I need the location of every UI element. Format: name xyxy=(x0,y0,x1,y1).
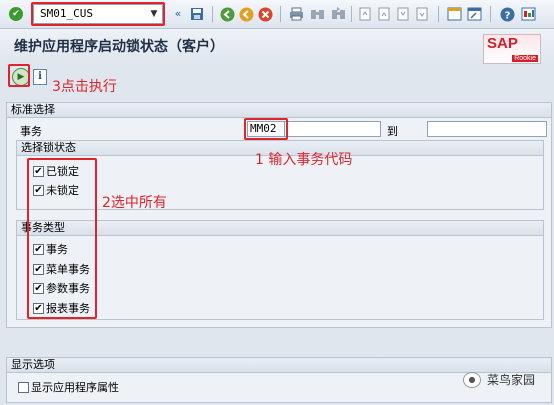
sap-logo: SAP Rookie xyxy=(483,34,541,64)
next-page-icon[interactable] xyxy=(395,6,411,22)
watermark: ● 菜鸟家园 xyxy=(463,371,535,388)
find-next-icon[interactable] xyxy=(330,6,346,22)
back-icon[interactable] xyxy=(219,6,235,22)
checkbox-show-app-attr[interactable]: 显示应用程序属性 xyxy=(18,380,119,394)
customize-icon[interactable] xyxy=(520,6,536,22)
annotation-step2: 2选中所有 xyxy=(102,195,167,211)
prev-page-icon[interactable] xyxy=(376,6,392,22)
info-icon[interactable]: i xyxy=(33,69,47,85)
transaction-to-input[interactable] xyxy=(427,121,547,137)
back-nav-icon[interactable]: « xyxy=(170,6,186,22)
std-selection-title: 标准选择 xyxy=(7,103,551,118)
find-icon[interactable] xyxy=(309,6,325,22)
save-icon[interactable] xyxy=(189,6,205,22)
cancel-icon[interactable] xyxy=(257,6,273,22)
wechat-icon: ● xyxy=(463,371,481,388)
watermark-text: 菜鸟家园 xyxy=(487,373,536,387)
page-title: 维护应用程序启动锁状态（客户） xyxy=(14,39,224,55)
first-page-icon[interactable] xyxy=(357,6,373,22)
last-page-icon[interactable] xyxy=(414,6,430,22)
annotation-step3: 3点击执行 xyxy=(52,79,117,95)
svg-text:?: ? xyxy=(504,10,510,21)
highlight-command xyxy=(31,2,165,26)
highlight-transaction xyxy=(244,118,288,140)
checkbox-show-app-attr-box[interactable] xyxy=(18,381,29,393)
shortcut-icon[interactable] xyxy=(466,6,482,22)
exit-icon[interactable] xyxy=(238,6,254,22)
annotation-step1: 1 输入事务代码 xyxy=(255,152,353,168)
toolbar-separator xyxy=(212,6,213,22)
toolbar-separator xyxy=(438,6,439,22)
checkbox-show-app-attr-label: 显示应用程序属性 xyxy=(31,381,119,394)
highlight-checkboxes xyxy=(27,158,97,319)
print-icon[interactable] xyxy=(288,6,304,22)
highlight-execute xyxy=(8,64,30,87)
toolbar-separator xyxy=(490,6,491,22)
toolbar-separator xyxy=(351,6,352,22)
toolbar-separator xyxy=(280,6,281,22)
transaction-input-ext[interactable] xyxy=(285,121,381,137)
new-session-icon[interactable] xyxy=(446,6,462,22)
enter-icon[interactable]: ✔ xyxy=(9,7,23,21)
help-icon[interactable]: ? xyxy=(499,6,515,22)
to-label: 到 xyxy=(387,125,398,138)
transaction-label: 事务 xyxy=(20,125,42,138)
